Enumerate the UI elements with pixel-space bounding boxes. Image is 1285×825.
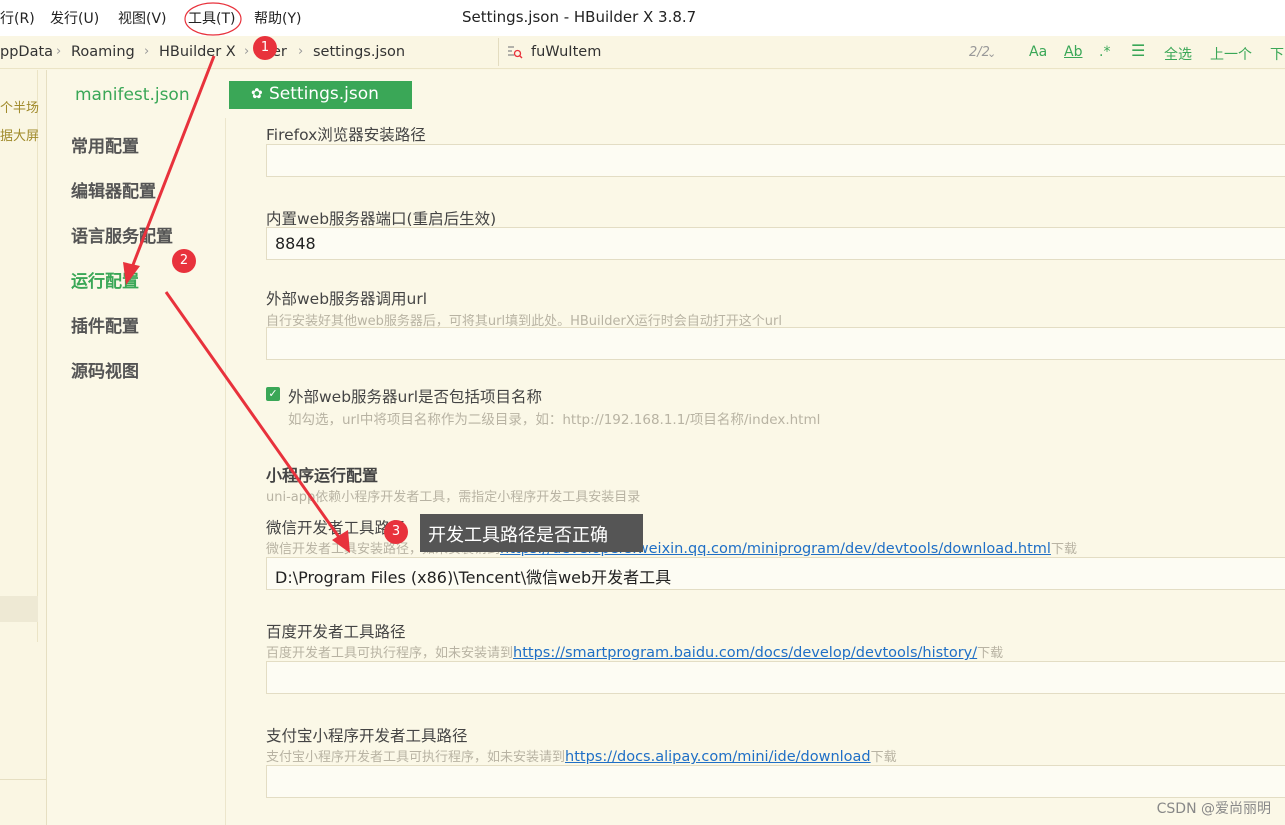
menu-tools-circle xyxy=(184,2,242,36)
annotation-badge: 1 xyxy=(253,36,277,60)
annotation-badge: 3 xyxy=(384,520,408,544)
watermark: CSDN @爱尚丽明 xyxy=(1156,801,1271,817)
annotation-arrows xyxy=(123,2,350,553)
arrow-1 xyxy=(129,55,216,271)
annotation-badge: 2 xyxy=(172,249,196,273)
arrow-2 xyxy=(164,291,343,541)
arrow-1-head xyxy=(123,262,140,285)
annotation-tooltip: 开发工具路径是否正确 xyxy=(420,514,643,552)
